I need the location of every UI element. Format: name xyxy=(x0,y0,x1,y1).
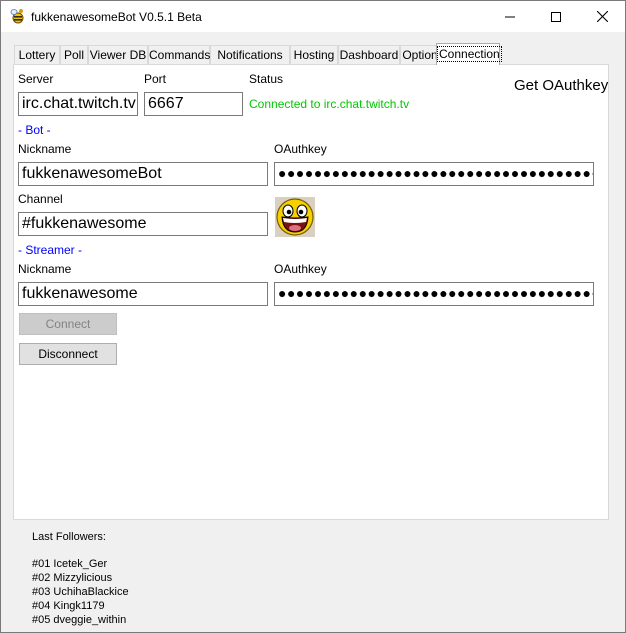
maximize-button[interactable] xyxy=(533,1,579,32)
last-followers-panel: Last Followers: #01 Icetek_Ger #02 Mizzy… xyxy=(32,531,129,627)
server-label: Server xyxy=(18,72,54,86)
tab-poll[interactable]: Poll xyxy=(60,45,88,64)
last-followers-title: Last Followers: xyxy=(32,531,106,543)
title-bar[interactable]: fukkenawesomeBot V0.5.1 Beta xyxy=(1,1,625,32)
tab-dashboard[interactable]: Dashboard xyxy=(338,45,400,64)
tab-hosting[interactable]: Hosting xyxy=(290,45,338,64)
server-input[interactable]: irc.chat.twitch.tv xyxy=(18,92,138,116)
connect-button[interactable]: Connect xyxy=(19,313,117,335)
follower-item: #04 Kingk1179 xyxy=(32,600,105,612)
status-label: Status xyxy=(249,72,284,86)
follower-item: #01 Icetek_Ger xyxy=(32,558,108,570)
bee-icon xyxy=(9,8,25,24)
tab-commands[interactable]: Commands xyxy=(148,45,210,64)
tab-connection[interactable]: Connection xyxy=(436,43,502,65)
bot-nickname-input[interactable]: fukkenawesomeBot xyxy=(18,162,268,186)
streamer-nickname-label: Nickname xyxy=(18,262,72,276)
awesome-face-emoji-icon xyxy=(275,197,315,237)
port-input[interactable]: 6667 xyxy=(144,92,243,116)
port-label: Port xyxy=(144,72,167,86)
channel-label: Channel xyxy=(18,192,63,206)
get-oauthkey-link[interactable]: Get OAuthkey xyxy=(514,77,608,94)
bot-oauthkey-label: OAuthkey xyxy=(274,142,327,156)
minimize-button[interactable] xyxy=(487,1,533,32)
disconnect-button[interactable]: Disconnect xyxy=(19,343,117,365)
bot-oauthkey-input[interactable]: ●●●●●●●●●●●●●●●●●●●●●●●●●●●●●●●●●●●● xyxy=(274,162,594,186)
streamer-oauthkey-label: OAuthkey xyxy=(274,262,327,276)
tab-notifications[interactable]: Notifications xyxy=(210,45,290,64)
bot-section-label: - Bot - xyxy=(18,123,51,137)
minimize-icon xyxy=(505,16,515,17)
tab-viewer-db[interactable]: Viewer DB xyxy=(88,45,148,64)
channel-input[interactable]: #fukkenawesome xyxy=(18,212,268,236)
maximize-icon xyxy=(551,11,561,22)
follower-item: #05 dveggie_within xyxy=(32,614,127,626)
follower-item: #03 UchihaBlackice xyxy=(32,586,129,598)
bot-nickname-label: Nickname xyxy=(18,142,72,156)
streamer-nickname-input[interactable]: fukkenawesome xyxy=(18,282,268,306)
follower-item: #02 Mizzylicious xyxy=(32,572,113,584)
tab-lottery[interactable]: Lottery xyxy=(14,45,60,64)
streamer-section-label: - Streamer - xyxy=(18,243,83,257)
close-button[interactable] xyxy=(579,1,625,32)
window-title: fukkenawesomeBot V0.5.1 Beta xyxy=(31,10,202,24)
streamer-oauthkey-input[interactable]: ●●●●●●●●●●●●●●●●●●●●●●●●●●●●●●●●●●●● xyxy=(274,282,594,306)
app-window: fukkenawesomeBot V0.5.1 Beta Lottery Pol… xyxy=(0,0,626,633)
status-value: Connected to irc.chat.twitch.tv xyxy=(249,97,410,111)
close-icon xyxy=(596,11,608,22)
